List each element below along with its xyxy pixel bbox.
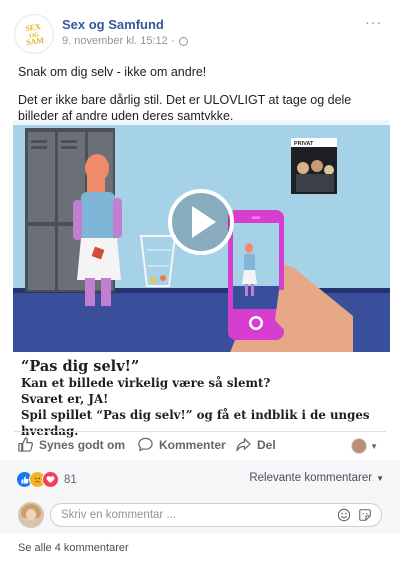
post-header: SEX OG SAM Sex og Samfund 9. november kl… (14, 14, 386, 54)
page-avatar[interactable]: SEX OG SAM (14, 14, 54, 54)
emoji-icon[interactable] (337, 508, 351, 522)
comment-label: Kommenter (159, 437, 226, 452)
caption-line-2: Svaret er, JA! (21, 392, 109, 406)
caption-title: “Pas dig selv!” (21, 358, 140, 375)
more-icon[interactable]: ··· (365, 14, 382, 30)
globe-icon (178, 36, 188, 46)
comment-icon (138, 437, 153, 452)
share-icon (236, 438, 251, 452)
love-reaction-icon (42, 471, 59, 488)
caret-down-icon: ▼ (376, 473, 384, 483)
like-label: Synes godt om (39, 437, 126, 452)
comment-input-container[interactable] (50, 503, 382, 527)
share-label: Del (257, 437, 276, 452)
reaction-summary[interactable]: 81 (16, 471, 77, 488)
magazine-cover: PRIVAT (291, 138, 337, 194)
divider (14, 431, 386, 432)
viewer-avatar (351, 438, 368, 454)
like-button[interactable]: Synes godt om (18, 437, 125, 452)
magazine-title: PRIVAT (294, 141, 314, 147)
sticker-icon[interactable] (358, 508, 372, 522)
svg-text:SAM: SAM (26, 36, 45, 47)
caption-line-1: Kan et billede virkelig være så slemt? (21, 376, 271, 390)
page-name-link[interactable]: Sex og Samfund (62, 17, 164, 32)
comment-sort-dropdown[interactable]: Relevante kommentarer ▼ (249, 472, 384, 484)
caret-down-icon: ▼ (370, 441, 378, 451)
reactions-bar: 81 Relevante kommentarer ▼ (0, 460, 400, 496)
user-avatar[interactable] (18, 502, 44, 528)
sex-og-samfund-logo-icon: SEX OG SAM (25, 22, 45, 47)
comment-composer (0, 496, 400, 534)
comment-button[interactable]: Kommenter (138, 437, 226, 452)
facebook-post: SEX OG SAM Sex og Samfund 9. november kl… (0, 0, 400, 567)
post-text-line-1: Snak om dig selv - ikke om andre! (18, 65, 207, 79)
see-all-comments-link[interactable]: Se alle 4 kommentarer (18, 542, 129, 554)
reaction-count[interactable]: 81 (64, 474, 77, 486)
video-caption: “Pas dig selv!” Kan et billede virkelig … (13, 352, 390, 438)
like-icon (18, 437, 33, 452)
post-as-selector[interactable]: ▼ (351, 438, 378, 454)
comment-sort-label: Relevante kommentarer (249, 472, 373, 484)
post-meta: 9. november kl. 15:12 · (62, 35, 188, 47)
svg-text:SEX: SEX (25, 22, 42, 33)
play-icon[interactable] (168, 189, 234, 255)
video-thumbnail[interactable]: HDR PRIVAT (13, 120, 390, 360)
post-timestamp[interactable]: 9. november kl. 15:12 · (62, 35, 175, 47)
comment-input[interactable] (61, 507, 311, 523)
post-actions-bar: Synes godt om Kommenter Del ▼ (0, 432, 400, 460)
share-button[interactable]: Del (236, 437, 276, 452)
phone-status-label: HDR (252, 215, 261, 220)
video-illustration: HDR PRIVAT (13, 120, 390, 360)
